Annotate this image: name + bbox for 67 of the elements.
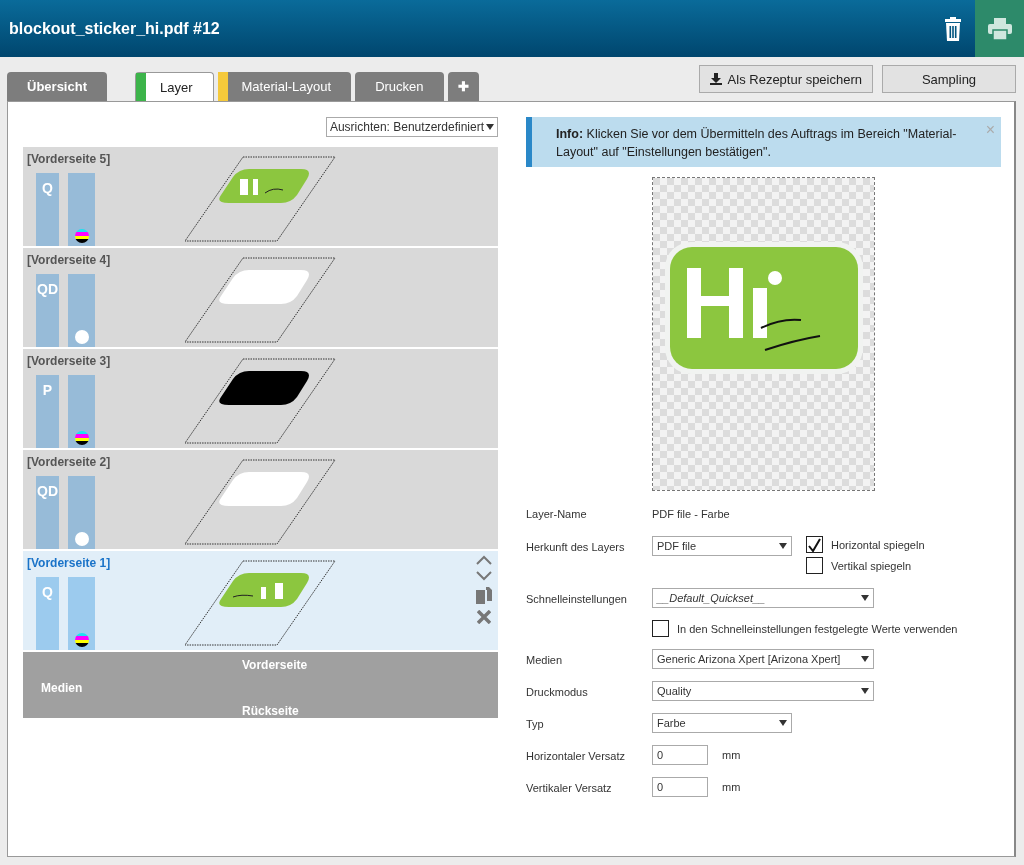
media-label: Medien (41, 681, 83, 695)
copy-icon[interactable] (476, 587, 492, 604)
input-field[interactable]: 0 (652, 745, 708, 765)
caret-icon (486, 124, 494, 130)
field-label: Layer-Name (526, 507, 588, 520)
layer-label[interactable]: [Vorderseite 4] (27, 253, 111, 267)
print-mode-bar: Q (36, 577, 59, 650)
dropdown[interactable]: Farbe (652, 713, 792, 733)
sampling-button[interactable]: Sampling (882, 65, 1016, 93)
print-mode-bar: P (36, 375, 59, 448)
ink-dot-icon (74, 532, 89, 546)
caret-icon (861, 595, 869, 601)
field-label: Vertikaler Versatz (526, 781, 613, 796)
unit-label: mm (722, 780, 741, 793)
save-recipe-button[interactable]: Als Rezeptur speichern (698, 65, 873, 93)
dropdown[interactable]: Quality (652, 681, 874, 701)
side-label: Rückseite (242, 704, 299, 718)
layer-label[interactable]: [Vorderseite 3] (27, 354, 111, 368)
align-dropdown[interactable]: Ausrichten: Benutzerdefiniert (325, 117, 498, 137)
print-mode-bar: QD (36, 274, 59, 347)
field-label: Herkunft des Layers (526, 540, 626, 555)
field-label: Druckmodus (526, 685, 589, 700)
tab[interactable]: Drucken (355, 72, 444, 101)
dropdown[interactable]: PDF file (652, 536, 792, 556)
tab[interactable]: ✚ (447, 72, 479, 101)
delete-icon[interactable] (477, 610, 491, 624)
trash-icon[interactable] (943, 16, 963, 41)
checkbox[interactable] (806, 557, 823, 574)
tab[interactable]: Layer (135, 72, 214, 101)
cmyk-ink-icon (74, 633, 89, 647)
layer-label[interactable]: [Vorderseite 5] (27, 152, 111, 166)
side-label: Vorderseite (242, 658, 308, 672)
download-icon (709, 73, 722, 85)
chevron-up-icon[interactable] (476, 555, 492, 565)
field-label: Typ (526, 717, 545, 732)
cmyk-ink-icon (74, 229, 89, 243)
caret-icon (779, 720, 787, 726)
caret-icon (861, 688, 869, 694)
checkbox-label: In den Schnelleinstellungen festgelegte Werte verwenden (677, 622, 958, 635)
field-label: Medien (526, 653, 564, 668)
print-mode-bar: Q (36, 173, 59, 246)
field-label: Horizontaler Versatz (526, 749, 627, 764)
layer-name-value: PDF file - Farbe (652, 507, 730, 520)
tab[interactable]: Material-Layout (217, 72, 352, 101)
caret-icon (861, 656, 869, 662)
dropdown[interactable]: __Default_Quickset__ (652, 588, 874, 608)
dropdown[interactable]: Generic Arizona Xpert [Arizona Xpert] (652, 649, 874, 669)
checkbox-label: Vertikal spiegeln (831, 559, 912, 572)
checkmark-icon (808, 537, 821, 552)
unit-label: mm (722, 748, 741, 761)
checkbox[interactable] (806, 536, 823, 553)
ink-dot-icon (74, 330, 89, 344)
cmyk-ink-icon (74, 431, 89, 445)
print-button[interactable] (975, 0, 1024, 57)
chevron-down-icon[interactable] (476, 571, 492, 581)
layer-label[interactable]: [Vorderseite 1] (27, 556, 111, 570)
print-mode-bar: QD (36, 476, 59, 549)
field-label: Schnelleinstellungen (526, 592, 628, 607)
printer-icon (987, 17, 1012, 40)
input-field[interactable]: 0 (652, 777, 708, 797)
checkbox[interactable] (652, 620, 669, 637)
tab[interactable]: Übersicht (7, 72, 107, 101)
window-title: blockout_sticker_hi.pdf #12 (9, 19, 221, 38)
checkbox-label: Horizontal spiegeln (831, 538, 925, 551)
caret-icon (779, 543, 787, 549)
info-text: Info: Klicken Sie vor dem Übermitteln des Auftrags im Bereich "Material-Layout" auf "Einstellungen bestätigen". (556, 127, 957, 159)
layer-label[interactable]: [Vorderseite 2] (27, 455, 111, 469)
